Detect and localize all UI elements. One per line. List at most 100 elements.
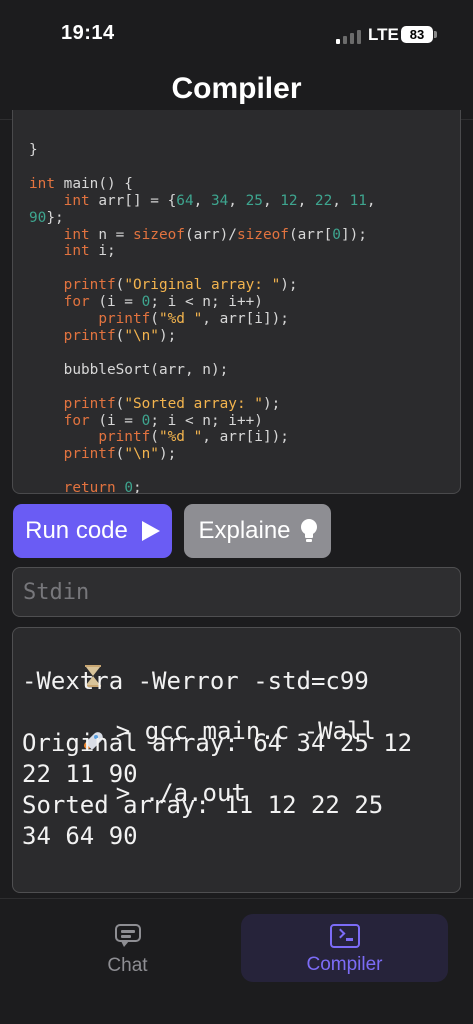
code-token: for [63, 294, 90, 311]
code-token: printf [98, 311, 151, 328]
code-token: ( [115, 446, 125, 463]
code-token: return [63, 480, 116, 494]
code-token: 64 [176, 192, 194, 209]
code-token: 11 [349, 192, 367, 209]
stdin-input[interactable] [12, 567, 461, 617]
console-compile-flags: -Wextra -Werror -std=c99 [22, 667, 369, 695]
code-token: (i = [89, 412, 142, 429]
code-token: int [63, 192, 90, 209]
play-icon [141, 521, 160, 541]
code-token: ); [158, 327, 177, 344]
code-token: "%d " [158, 311, 203, 328]
code-token: "Original array: " [124, 277, 281, 294]
code-token: sizeof [236, 226, 289, 243]
code-token: 34 [210, 192, 229, 209]
code-token: 0 [124, 480, 133, 494]
code-token: , arr[i]); [202, 429, 289, 446]
run-code-label: Run code [25, 517, 128, 544]
code-line: printf("%d ", arr[i]); [29, 429, 289, 445]
code-token: ); [158, 446, 177, 463]
cellular-signal-icon [336, 28, 362, 44]
code-token: int [29, 175, 55, 192]
code-line: printf("%d ", arr[i]); [29, 311, 289, 327]
code-token: n = [89, 226, 133, 243]
console-output-line: 22 11 90 [22, 760, 138, 788]
code-token: ; [132, 480, 142, 494]
code-line: bubbleSort(arr, n); [29, 361, 229, 378]
code-token: bubbleSort(arr, n); [29, 361, 229, 378]
code-token: 0 [141, 294, 151, 311]
code-line: return 0; [29, 480, 142, 494]
code-token: , [297, 192, 315, 209]
code-token: ( [115, 327, 125, 344]
code-token: for [63, 412, 90, 429]
run-code-button[interactable]: Run code [13, 504, 172, 558]
battery-icon: 83 [401, 26, 433, 43]
code-token: (i = [89, 294, 142, 311]
code-token: "\n" [124, 327, 159, 344]
code-token: printf [63, 277, 116, 294]
tab-chat-label: Chat [107, 955, 148, 976]
code-content[interactable]: } int main() { int arr[] = {64, 34, 25, … [29, 142, 376, 494]
console-output-line: Original array: 64 34 25 12 [22, 729, 413, 757]
code-token: printf [98, 429, 151, 446]
code-line: for (i = 0; i < n; i++) [29, 413, 263, 429]
code-token: ; i < n; i++) [150, 294, 263, 311]
code-token: ); [262, 395, 281, 412]
code-line: printf("\n"); [29, 327, 177, 344]
tab-compiler[interactable]: Compiler [241, 914, 448, 982]
code-token: 90 [29, 209, 47, 226]
code-token: , arr[i]); [202, 311, 289, 328]
code-line: printf("\n"); [29, 446, 177, 463]
explain-label: Explaine [198, 517, 291, 544]
code-token: "\n" [124, 446, 159, 463]
tab-bar: Chat Compiler [0, 898, 473, 1024]
code-token: ); [280, 277, 298, 294]
code-line: printf("Sorted array: "); [29, 395, 281, 412]
tab-compiler-label: Compiler [306, 954, 383, 975]
code-line: int arr[] = {64, 34, 25, 12, 22, 11, [29, 193, 376, 209]
code-line: } [29, 142, 38, 158]
tab-chat[interactable]: Chat [20, 914, 235, 982]
code-line: int main() { [29, 176, 133, 192]
code-token: ( [150, 429, 159, 446]
code-line: int n = sizeof(arr)/sizeof(arr[0]); [29, 227, 367, 243]
code-token: printf [63, 395, 116, 412]
code-token: main() { [55, 175, 133, 192]
code-token: , [228, 192, 246, 209]
code-token: } [29, 142, 38, 158]
terminal-icon [329, 924, 360, 948]
page-title: Compiler [171, 72, 302, 105]
code-line: printf("Original array: "); [29, 277, 298, 293]
status-time: 19:14 [61, 22, 115, 44]
code-token: sizeof [132, 226, 185, 243]
network-type: LTE [368, 25, 399, 44]
code-token: ; i < n; i++) [150, 412, 263, 429]
code-token: 0 [332, 226, 341, 243]
code-line: int i; [29, 243, 116, 259]
code-token: }; [46, 209, 64, 226]
explain-button[interactable]: Explaine [184, 504, 331, 558]
code-token: "Sorted array: " [124, 395, 263, 412]
code-line: for (i = 0; i < n; i++) [29, 294, 263, 310]
code-token: arr[] = { [89, 192, 177, 209]
code-token: "%d " [158, 429, 203, 446]
console-output-line: 34 64 90 [22, 822, 138, 850]
code-token: , [366, 192, 376, 209]
code-editor[interactable]: } int main() { int arr[] = {64, 34, 25, … [12, 110, 461, 494]
code-token: 25 [245, 192, 263, 209]
code-token: printf [63, 446, 116, 463]
code-token: , [262, 192, 281, 209]
console-output: > gcc main.c -Wall -Wextra -Werror -std=… [12, 627, 461, 893]
